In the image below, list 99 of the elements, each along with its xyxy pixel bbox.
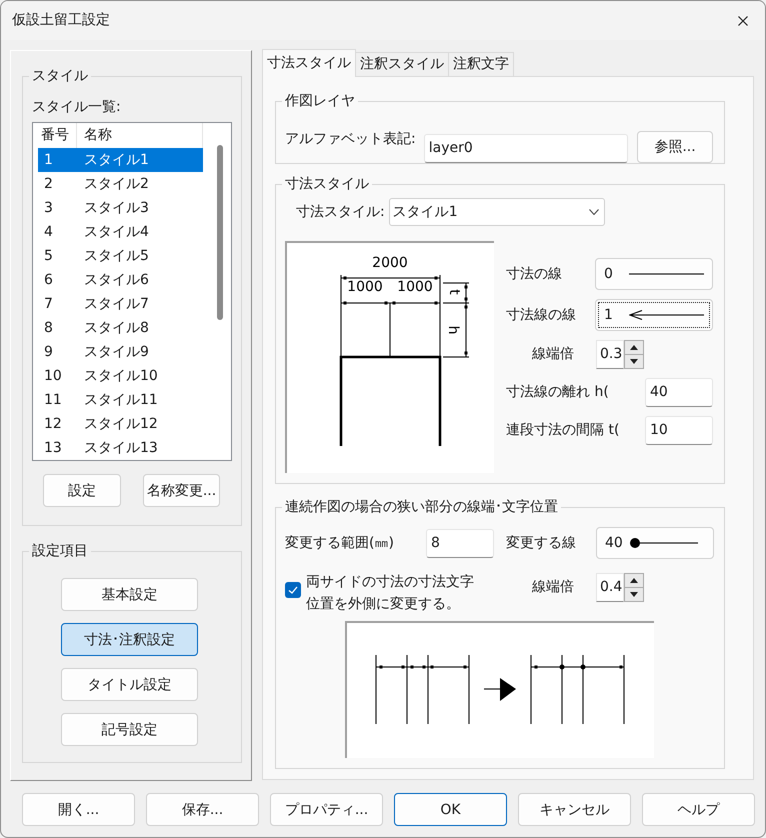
- group-title: スタイル: [29, 68, 91, 85]
- list-cell-text: 7: [43, 295, 54, 313]
- up-triangle-icon: [630, 578, 638, 583]
- dimension-label: 1000: [347, 279, 383, 295]
- checkbox-label: 両サイドの寸法の寸法文字位置を外側に変更する。: [306, 573, 475, 614]
- field-label: 変更する線: [506, 534, 576, 552]
- field-label: 寸法線の線: [506, 306, 576, 324]
- text-field[interactable]: layer0: [424, 134, 628, 163]
- list-cell-text: 5: [43, 247, 54, 265]
- list-cell: スタイル12: [84, 415, 158, 433]
- field-label: 寸法の線: [506, 266, 562, 282]
- line-style-button[interactable]: 0: [595, 258, 713, 290]
- list-cell: スタイル1: [84, 151, 149, 169]
- list-cell-text: 4: [43, 223, 54, 241]
- list-row[interactable]: 4 スタイル4: [38, 220, 203, 244]
- list-cell: スタイル2: [84, 175, 149, 193]
- dimension-label: t: [446, 289, 462, 295]
- help-button[interactable]: ヘルプ: [642, 793, 755, 826]
- list-cell-text: 12: [43, 415, 63, 433]
- group-title: 作図レイヤ: [282, 93, 358, 110]
- scrollbar-thumb[interactable]: [217, 145, 223, 320]
- category-button[interactable]: タイトル設定: [61, 668, 198, 701]
- close-icon: [738, 16, 748, 26]
- list-row[interactable]: 2 スタイル2: [38, 172, 203, 196]
- list-row[interactable]: 3 スタイル3: [38, 196, 203, 220]
- up-triangle-icon: [630, 345, 638, 350]
- list-label: スタイル一覧:: [32, 99, 122, 116]
- open-button[interactable]: 開く...: [22, 793, 135, 826]
- line-icon: [629, 273, 704, 275]
- dot-line-icon: [630, 538, 698, 548]
- list-cell-text: 10: [43, 367, 63, 385]
- field-label: 変更する範囲(㎜): [285, 534, 394, 552]
- list-cell-text: 9: [43, 343, 54, 361]
- dimension-label: 2000: [372, 255, 408, 271]
- list-cell: スタイル7: [84, 295, 149, 313]
- field-label: 寸法スタイル:: [296, 204, 385, 220]
- list-cell-text: 3: [43, 199, 54, 217]
- list-cell-text: 13: [43, 439, 63, 457]
- list-row[interactable]: 6 スタイル6: [38, 268, 203, 292]
- number-field[interactable]: 10: [645, 416, 713, 445]
- list-cell-text: 1: [43, 151, 54, 169]
- number-field[interactable]: 40: [645, 378, 713, 407]
- number-field[interactable]: 0.4: [596, 573, 624, 602]
- field-label: 連段寸法の間隔 t(: [506, 422, 620, 439]
- style-dropdown[interactable]: スタイル1: [388, 198, 605, 226]
- group-title: 寸法スタイル: [282, 176, 372, 193]
- list-cell: スタイル8: [84, 319, 149, 337]
- list-row[interactable]: 8 スタイル8: [38, 316, 203, 340]
- number-field[interactable]: 0.3: [596, 340, 624, 369]
- rename-button[interactable]: 名称変更...: [143, 474, 220, 507]
- list-row[interactable]: 10 スタイル10: [38, 364, 203, 388]
- list-row[interactable]: 12 スタイル12: [38, 412, 203, 436]
- window-title: 仮設土留工設定: [12, 12, 110, 29]
- ok-button[interactable]: OK: [394, 793, 507, 826]
- list-row[interactable]: 9 スタイル9: [38, 340, 203, 364]
- list-cell-text: 2: [43, 175, 54, 193]
- list-row[interactable]: 11 スタイル11: [38, 388, 203, 412]
- list-cell: スタイル9: [84, 343, 149, 361]
- field-label: 寸法線の離れ h(: [506, 384, 609, 401]
- category-button[interactable]: 基本設定: [61, 578, 198, 611]
- group-title: 連続作図の場合の狭い部分の線端･文字位置: [282, 499, 561, 516]
- list-cell: スタイル11: [84, 391, 158, 409]
- list-cell: スタイル5: [84, 247, 149, 265]
- list-cell-text: 11: [43, 391, 63, 409]
- browse-button[interactable]: 参照...: [637, 131, 713, 163]
- field-label: 線端倍: [531, 579, 575, 596]
- group-title: 設定項目: [29, 543, 91, 560]
- category-button[interactable]: 記号設定: [61, 713, 198, 746]
- list-row[interactable]: 7 スタイル7: [38, 292, 203, 316]
- tab[interactable]: 寸法スタイル: [262, 49, 356, 77]
- line-style-button[interactable]: 1: [595, 299, 713, 331]
- list-cell: スタイル13: [84, 439, 158, 457]
- down-triangle-icon: [630, 359, 638, 364]
- list-row[interactable]: 5 スタイル5: [38, 244, 203, 268]
- list-cell: スタイル4: [84, 223, 149, 241]
- list-cell: スタイル3: [84, 199, 149, 217]
- field-label: 線端倍: [531, 346, 575, 363]
- list-cell-text: 8: [43, 319, 54, 337]
- list-row[interactable]: 1 スタイル1: [38, 148, 203, 172]
- checkbox[interactable]: [285, 582, 301, 598]
- save-button[interactable]: 保存...: [146, 793, 259, 826]
- list-cell: スタイル6: [84, 271, 149, 289]
- category-button[interactable]: 寸法･注釈設定: [61, 623, 198, 656]
- chevron-down-icon: [588, 209, 599, 215]
- cancel-button[interactable]: キャンセル: [518, 793, 631, 826]
- number-field[interactable]: 8: [426, 528, 494, 558]
- tab[interactable]: 注釈文字: [448, 52, 514, 76]
- dimension-label: 1000: [397, 279, 433, 295]
- list-row[interactable]: 13 スタイル13: [38, 436, 203, 460]
- arrow-line-icon: [629, 310, 704, 320]
- right-arrow: [484, 678, 516, 701]
- line-style-button[interactable]: 40: [596, 527, 714, 559]
- dimension-label: h: [445, 326, 461, 334]
- setup-button[interactable]: 設定: [43, 474, 121, 507]
- down-triangle-icon: [630, 592, 638, 597]
- properties-button[interactable]: プロパティ...: [270, 793, 383, 826]
- field-label: アルファベット表記:: [285, 131, 416, 148]
- list-cell-text: 6: [43, 271, 54, 289]
- list-cell: スタイル10: [84, 367, 158, 385]
